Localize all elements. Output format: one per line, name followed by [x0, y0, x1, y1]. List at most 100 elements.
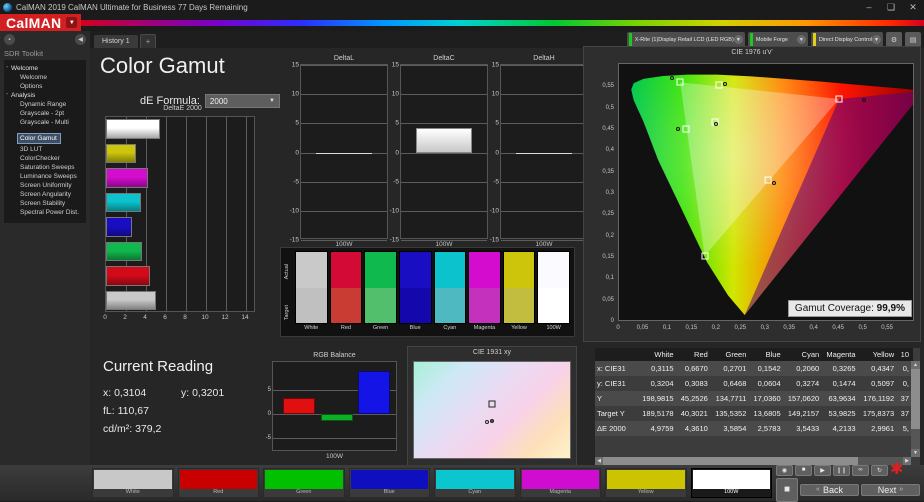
pattern-button-blue[interactable]: Blue — [348, 468, 430, 498]
swatch-actual — [434, 252, 466, 288]
pattern-button-cyan[interactable]: Cyan — [434, 468, 516, 498]
close-icon[interactable]: ✕ — [902, 2, 924, 13]
measured-marker-green — [669, 76, 674, 81]
swatch-box — [364, 251, 397, 324]
sidebar-collapse-icon[interactable]: ▪ — [4, 34, 15, 45]
y-tick-label: -5 — [293, 178, 299, 186]
chevron-down-icon[interactable]: ▼ — [66, 17, 78, 28]
maximize-icon[interactable]: ❑ — [880, 2, 902, 13]
cell: 63,9634 — [823, 391, 860, 406]
sidebar-item-screen-uniformity[interactable]: Screen Uniformity — [4, 181, 86, 190]
cell: 198,9815 — [639, 391, 678, 406]
pattern-button-yellow[interactable]: Yellow — [605, 468, 687, 498]
sidebar-item-screen-stability[interactable]: Screen Stability — [4, 199, 86, 208]
deltac-plot-area: 15 10 5 0 -5 -10 -15 — [390, 62, 488, 244]
pattern-button-white[interactable]: White — [92, 468, 174, 498]
settings-icon[interactable]: ⚙ — [886, 32, 902, 47]
table-row: y: CIE31 0,3204 0,3083 0,6468 0,0604 0,3… — [595, 376, 913, 391]
table-vertical-scrollbar[interactable]: ▲ ▼ — [911, 361, 920, 457]
swatch-box — [468, 251, 501, 324]
next-button[interactable]: Next » — [861, 483, 920, 496]
sidebar-item-options[interactable]: Options — [4, 82, 86, 91]
pattern-button-green[interactable]: Green — [263, 468, 345, 498]
sidebar-group-analysis[interactable]: Analysis — [4, 91, 86, 100]
gridline — [186, 117, 187, 311]
stop-icon[interactable]: ■ — [795, 464, 812, 476]
capture-icon[interactable]: ◉ — [776, 464, 793, 476]
sidebar-pin-icon[interactable]: ◀ — [75, 34, 86, 45]
layout-icon[interactable]: ▤ — [905, 32, 921, 47]
pattern-button-red[interactable]: Red — [177, 468, 259, 498]
meter-selector-xrite[interactable]: X-Rite (1)Display Retail LCD (LED RGB) ▼ — [626, 32, 745, 47]
pattern-color — [521, 470, 599, 489]
sidebar-item-grayscale-2pt[interactable]: Grayscale - 2pt — [4, 109, 86, 118]
continuous-icon[interactable]: ∞ — [852, 464, 869, 476]
pattern-button-magenta[interactable]: Magenta — [519, 468, 601, 498]
deltae-bar-cyan — [106, 192, 142, 212]
minimize-icon[interactable]: – — [858, 2, 880, 13]
sidebar-item-grayscale-multi[interactable]: Grayscale - Multi — [4, 118, 86, 127]
table-col-rowlabel — [595, 348, 639, 361]
sidebar-item-saturation-sweeps[interactable]: Saturation Sweeps — [4, 163, 86, 172]
cie-1931-measured-marker — [485, 419, 490, 424]
gridline — [301, 94, 387, 96]
calman-logo[interactable]: CalMAN ▼ — [0, 14, 82, 31]
window-titlebar: CalMAN 2019 CalMAN Ultimate for Business… — [0, 0, 924, 14]
measurements-table[interactable]: White Red Green Blue Cyan Magenta Yellow… — [595, 348, 920, 466]
sidebar-item-colorchecker[interactable]: ColorChecker — [4, 154, 86, 163]
swatch-target — [503, 287, 535, 323]
cie-1976-ytick: 0,3 — [605, 190, 614, 197]
vscroll-thumb[interactable] — [911, 369, 920, 429]
window-title: CalMAN 2019 CalMAN Ultimate for Business… — [16, 2, 248, 12]
pause-icon[interactable]: ❙❙ — [833, 464, 850, 476]
actual-target-swatch-panel: Actual Target White Red Green Blue Cyan Magen… — [280, 247, 575, 337]
table-row: ΔE 2000 4,9759 4,3610 3,5854 2,5783 3,54… — [595, 421, 913, 436]
record-button[interactable]: ■ — [776, 477, 798, 502]
scroll-down-icon[interactable]: ▼ — [911, 449, 920, 457]
meter-selector-source[interactable]: Mobile Forge ▼ — [747, 32, 808, 47]
cie-1976-ytick: 0,1 — [605, 275, 614, 282]
asterisk-icon[interactable]: ✱ — [890, 462, 903, 478]
y-tick-label: -10 — [289, 207, 299, 215]
swatch-label: Blue — [409, 325, 421, 331]
chevron-down-icon[interactable]: ▼ — [796, 35, 806, 44]
play-icon[interactable]: ▶ — [814, 464, 831, 476]
sidebar-item-dynamic-range[interactable]: Dynamic Range — [4, 100, 86, 109]
cell: 17,0360 — [750, 391, 785, 406]
back-button[interactable]: « Back — [800, 483, 859, 496]
chevron-down-icon[interactable]: ▼ — [733, 35, 743, 44]
table-col-yellow: Yellow — [859, 348, 899, 361]
cie-1976-ytick: 0,2 — [605, 232, 614, 239]
sidebar-toolbar: ▪ ◀ — [0, 31, 90, 48]
target-marker-cyan — [682, 125, 690, 133]
gridline — [401, 65, 487, 66]
tab-history-1[interactable]: History 1 — [94, 35, 138, 48]
deltal-plot-area: 15 10 5 0 -5 -10 -15 — [290, 62, 388, 244]
current-reading-y: y: 0,3201 — [181, 387, 225, 399]
y-tick-label: -15 — [489, 236, 499, 244]
cell: 2,5783 — [750, 421, 785, 436]
sidebar-group-welcome[interactable]: Welcome — [4, 64, 86, 73]
cie-1931-target-marker — [488, 400, 496, 408]
sidebar-item-color-gamut[interactable]: Color Gamut — [17, 133, 61, 144]
cell: 0,2060 — [784, 361, 824, 376]
scroll-up-icon[interactable]: ▲ — [911, 361, 920, 369]
swatch-column-red: Red — [329, 251, 363, 333]
sidebar-item-luminance-sweeps[interactable]: Luminance Sweeps — [4, 172, 86, 181]
add-tab-button[interactable]: + — [139, 34, 157, 48]
measured-marker-red — [861, 98, 866, 103]
sidebar-item-spectral-power-dist[interactable]: Spectral Power Dist. — [4, 208, 86, 217]
cell: 0,2701 — [711, 361, 751, 376]
sidebar-item-screen-angularity[interactable]: Screen Angularity — [4, 190, 86, 199]
meter-selector-display-control[interactable]: Direct Display Control ▼ — [810, 32, 883, 47]
pattern-button-100w[interactable]: 100W — [690, 468, 772, 498]
swatch-column-magenta: Magenta — [468, 251, 501, 333]
deltae-bar-magenta — [106, 168, 149, 188]
pattern-color — [607, 470, 685, 489]
cell: 0,6670 — [677, 361, 712, 376]
pattern-color — [179, 470, 257, 489]
sidebar-item-welcome[interactable]: Welcome — [4, 73, 86, 82]
refresh-icon[interactable]: ↻ — [871, 464, 888, 476]
sidebar-item-3d-lut[interactable]: 3D LUT — [4, 145, 86, 154]
chevron-down-icon[interactable]: ▼ — [872, 35, 881, 44]
